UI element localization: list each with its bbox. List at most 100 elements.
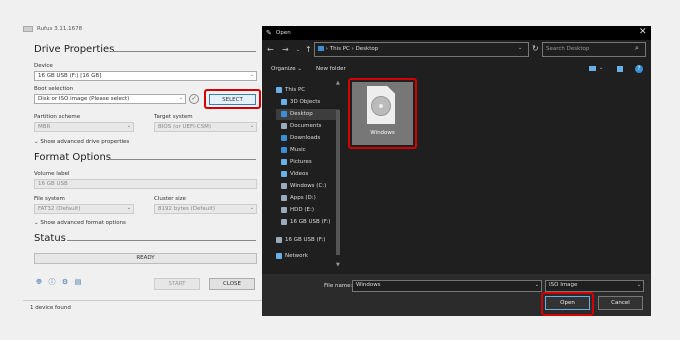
iso-file-icon: [367, 86, 395, 124]
cluster-value: 8192 bytes (Default): [158, 206, 216, 212]
sidebar-item[interactable]: Pictures: [276, 157, 361, 168]
open-dialog: ✎ Open ✕ ← → ⌄ ↑ › This PC › Desktop ⌄ ↻…: [262, 26, 651, 316]
chevron-down-icon: ⌄: [249, 123, 254, 129]
chevron-down-icon: ⌄: [249, 72, 254, 78]
new-folder-button[interactable]: New folder: [316, 66, 346, 72]
sidebar-item-label: Videos: [290, 171, 309, 177]
music-icon: [281, 146, 287, 153]
settings-icon[interactable]: ⚙: [61, 278, 69, 286]
file-system-label: File system: [34, 196, 65, 202]
breadcrumb-separator: ›: [325, 46, 328, 52]
chevron-down-icon: ⌄: [249, 205, 254, 211]
advanced-drive-toggle[interactable]: ⌄ Show advanced drive properties: [34, 139, 129, 145]
refresh-icon[interactable]: ↻: [532, 44, 539, 53]
sidebar-item[interactable]: This PC: [276, 85, 356, 96]
cancel-button[interactable]: Cancel: [598, 296, 643, 310]
globe-icon[interactable]: 🌐︎: [35, 278, 43, 286]
chevron-down-icon: ⌄: [636, 282, 641, 288]
device-label: Device: [34, 63, 53, 69]
cluster-size-select[interactable]: 8192 bytes (Default) ⌄: [154, 204, 257, 214]
target-value: BIOS (or UEFI-CSM): [158, 124, 211, 130]
device-count: 1 device found: [30, 305, 71, 311]
back-icon[interactable]: ←: [267, 45, 274, 54]
sidebar-item[interactable]: 16 GB USB (F:): [276, 217, 361, 228]
boot-selection-label: Boot selection: [34, 86, 74, 92]
divider: [109, 159, 256, 160]
advanced-format-toggle[interactable]: ⌄ Show advanced format options: [34, 220, 126, 226]
open-button[interactable]: Open: [545, 296, 590, 310]
volume-label-label: Volume label: [34, 171, 70, 177]
sidebar-item[interactable]: Apps (D:): [276, 193, 361, 204]
target-system-label: Target system: [154, 114, 193, 120]
help-icon[interactable]: ?: [635, 65, 643, 73]
status-bar: READY: [34, 253, 257, 264]
partition-scheme-label: Partition scheme: [34, 114, 81, 120]
search-input[interactable]: Search Desktop: [542, 42, 646, 57]
divider: [67, 240, 256, 241]
file-type-select[interactable]: ISO Image ⌄: [545, 280, 644, 292]
file-system-select[interactable]: FAT32 (Default) ⌄: [34, 204, 134, 214]
organize-button[interactable]: Organize ⌄: [271, 66, 302, 72]
chevron-down-icon: ⌄: [34, 220, 39, 226]
breadcrumb-desktop[interactable]: Desktop: [356, 46, 379, 52]
chevron-down-icon[interactable]: ⌄: [296, 47, 300, 53]
sidebar-item-label: Desktop: [290, 111, 313, 117]
disc-icon: [371, 96, 391, 116]
close-button[interactable]: CLOSE: [209, 278, 255, 290]
sidebar-item-label: 3D Objects: [290, 99, 321, 105]
scroll-up-icon[interactable]: ▲: [336, 80, 340, 86]
sidebar-item-label: Windows (C:): [290, 183, 327, 189]
file-item-windows[interactable]: Windows: [352, 82, 413, 145]
start-button[interactable]: START: [154, 278, 200, 290]
format-options-heading: Format Options: [34, 152, 112, 163]
sidebar-item[interactable]: Desktop: [276, 109, 339, 120]
nav-scrollbar[interactable]: ▲ ▼: [334, 80, 342, 270]
preview-pane-icon[interactable]: [617, 66, 623, 72]
title-bar: [262, 26, 651, 40]
chevron-down-icon: ⌄: [534, 282, 539, 288]
filename-label: File name:: [324, 283, 353, 289]
view-options-icon[interactable]: [589, 66, 596, 71]
up-arrow-icon[interactable]: ↑: [305, 45, 312, 54]
chevron-down-icon: ⌄: [34, 139, 39, 145]
volume-label-input[interactable]: 16 GB USB: [34, 179, 257, 189]
sidebar-item[interactable]: Network: [276, 251, 356, 262]
target-system-select[interactable]: BIOS (or UEFI-CSM) ⌄: [154, 122, 257, 132]
boot-selection-select[interactable]: Disk or ISO image (Please select) ⌄: [34, 94, 186, 104]
sidebar-item-label: Network: [285, 253, 308, 259]
divider: [23, 300, 263, 301]
forward-icon[interactable]: →: [282, 45, 289, 54]
window-title: Rufus 3.11.1678: [37, 26, 83, 32]
dialog-title: Open: [276, 30, 291, 36]
close-icon[interactable]: ✕: [639, 27, 647, 37]
check-icon[interactable]: ✓: [189, 94, 199, 104]
chevron-down-icon: ⌄: [178, 95, 183, 101]
info-icon[interactable]: ⓘ: [48, 278, 56, 286]
documents-icon: [281, 122, 287, 129]
sidebar-item-label: Music: [290, 147, 306, 153]
select-button[interactable]: SELECT: [209, 94, 256, 105]
pc-icon: [276, 86, 282, 93]
scroll-down-icon[interactable]: ▼: [336, 262, 340, 268]
filename-input[interactable]: Windows ⌄: [352, 280, 542, 292]
sidebar-item[interactable]: HDD (E:): [276, 205, 361, 216]
partition-value: MBR: [38, 124, 51, 130]
filetype-value: ISO Image: [549, 282, 578, 288]
partition-scheme-select[interactable]: MBR ⌄: [34, 122, 134, 132]
sidebar-item[interactable]: Videos: [276, 169, 361, 180]
chevron-down-icon[interactable]: ⌄: [599, 65, 603, 71]
scrollbar-thumb[interactable]: [336, 110, 340, 255]
chevron-down-icon[interactable]: ⌄: [518, 45, 522, 51]
breadcrumb-this-pc[interactable]: This PC: [330, 46, 350, 52]
device-select[interactable]: 16 GB USB (F:) [16 GB] ⌄: [34, 71, 257, 81]
log-icon[interactable]: ▤: [74, 278, 82, 286]
drive-icon: [281, 194, 287, 201]
search-icon: ⌕: [635, 44, 639, 52]
sidebar-item[interactable]: Windows (C:): [276, 181, 361, 192]
sidebar-item[interactable]: 16 GB USB (F:): [276, 235, 356, 246]
usb-icon: [23, 26, 33, 32]
sidebar-item-label: HDD (E:): [290, 207, 314, 213]
sidebar-item-label: Pictures: [290, 159, 312, 165]
address-bar[interactable]: › This PC › Desktop: [314, 42, 529, 57]
drive-icon: [281, 206, 287, 213]
